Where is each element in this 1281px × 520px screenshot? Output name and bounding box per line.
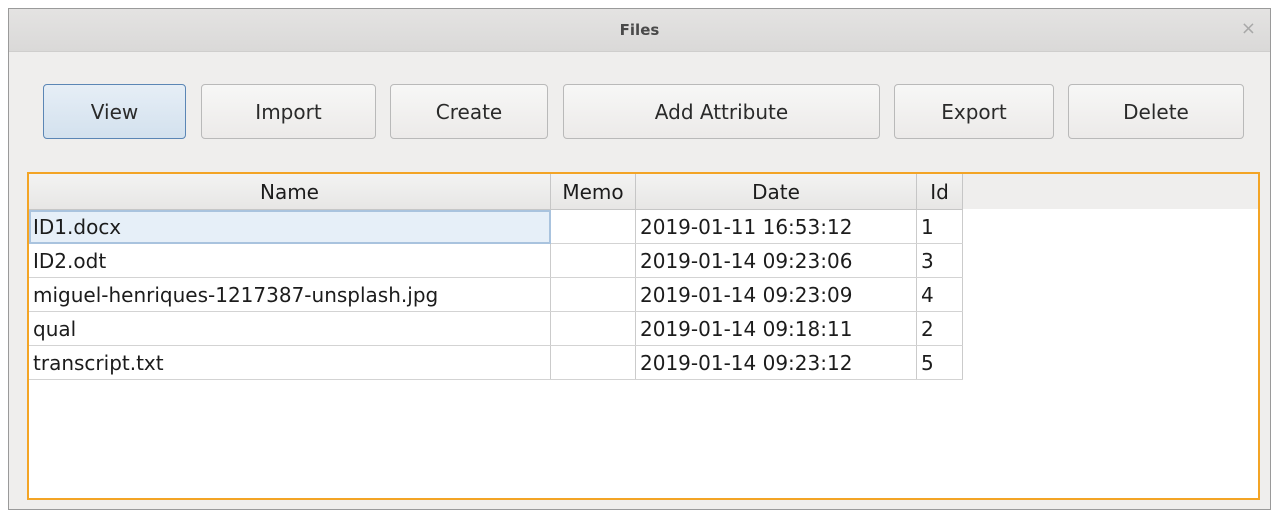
export-button[interactable]: Export — [894, 84, 1054, 139]
column-header-memo[interactable]: Memo — [550, 174, 636, 210]
cell-id[interactable]: 2 — [916, 311, 963, 346]
cell-memo[interactable] — [550, 311, 636, 346]
column-header-date[interactable]: Date — [635, 174, 917, 210]
column-header-id[interactable]: Id — [916, 174, 963, 210]
table-row[interactable]: qual 2019-01-14 09:18:11 2 — [29, 311, 963, 346]
cell-name[interactable]: ID1.docx — [29, 209, 551, 244]
view-button[interactable]: View — [43, 84, 186, 139]
cell-date[interactable]: 2019-01-14 09:23:09 — [635, 277, 917, 312]
table-header-row: Name Memo Date Id — [29, 174, 963, 210]
cell-memo[interactable] — [550, 345, 636, 380]
cell-name[interactable]: transcript.txt — [29, 345, 551, 380]
cell-id[interactable]: 3 — [916, 243, 963, 278]
cell-memo[interactable] — [550, 209, 636, 244]
cell-date[interactable]: 2019-01-11 16:53:12 — [635, 209, 917, 244]
cell-date[interactable]: 2019-01-14 09:23:12 — [635, 345, 917, 380]
table-row[interactable]: ID2.odt 2019-01-14 09:23:06 3 — [29, 243, 963, 278]
files-table: Name Memo Date Id ID1.docx 2019-01-11 16… — [29, 174, 963, 380]
add-attribute-button[interactable]: Add Attribute — [563, 84, 880, 139]
cell-name[interactable]: miguel-henriques-1217387-unsplash.jpg — [29, 277, 551, 312]
create-button[interactable]: Create — [390, 84, 548, 139]
import-button[interactable]: Import — [201, 84, 376, 139]
title-bar[interactable]: Files × — [9, 9, 1270, 52]
files-dialog: Files × View Import Create Add Attribute… — [8, 8, 1271, 510]
cell-id[interactable]: 1 — [916, 209, 963, 244]
files-table-frame: Name Memo Date Id ID1.docx 2019-01-11 16… — [27, 172, 1260, 500]
column-header-name[interactable]: Name — [29, 174, 551, 210]
cell-memo[interactable] — [550, 277, 636, 312]
cell-name[interactable]: qual — [29, 311, 551, 346]
window-title: Files — [619, 21, 660, 39]
table-row[interactable]: transcript.txt 2019-01-14 09:23:12 5 — [29, 345, 963, 380]
cell-date[interactable]: 2019-01-14 09:18:11 — [635, 311, 917, 346]
cell-id[interactable]: 4 — [916, 277, 963, 312]
table-row[interactable]: miguel-henriques-1217387-unsplash.jpg 20… — [29, 277, 963, 312]
cell-date[interactable]: 2019-01-14 09:23:06 — [635, 243, 917, 278]
table-row[interactable]: ID1.docx 2019-01-11 16:53:12 1 — [29, 209, 963, 244]
delete-button[interactable]: Delete — [1068, 84, 1244, 139]
cell-name[interactable]: ID2.odt — [29, 243, 551, 278]
cell-id[interactable]: 5 — [916, 345, 963, 380]
cell-memo[interactable] — [550, 243, 636, 278]
close-icon[interactable]: × — [1241, 18, 1256, 39]
